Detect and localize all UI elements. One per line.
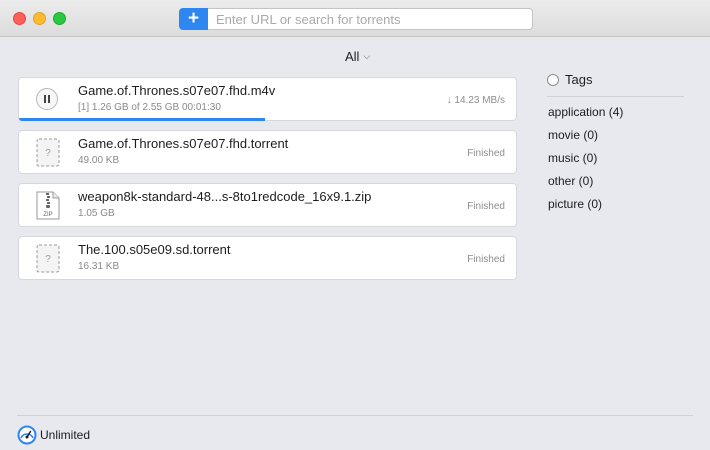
transfer-meta: 16.31 KB <box>78 261 120 272</box>
tag-item-music[interactable]: music (0) <box>548 151 623 174</box>
add-torrent-button[interactable]: + <box>179 8 208 30</box>
tag-item-picture[interactable]: picture (0) <box>548 197 623 220</box>
speedometer-icon <box>17 425 37 445</box>
transfer-meta: 49.00 KB <box>78 155 120 166</box>
filter-dropdown[interactable]: All ⌵ <box>345 47 370 65</box>
unknown-file-icon: ? <box>36 244 60 273</box>
tags-title: Tags <box>565 72 593 87</box>
chevron-down-icon: ⌵ <box>363 51 371 61</box>
transfer-row[interactable]: ? The.100.s05e09.sd.torrent 16.31 KB Fin… <box>18 236 517 280</box>
transfer-name: Game.of.Thrones.s07e07.fhd.m4v <box>78 83 276 98</box>
transfer-row[interactable]: ? Game.of.Thrones.s07e07.fhd.torrent 49.… <box>18 130 517 174</box>
tag-item-movie[interactable]: movie (0) <box>548 128 623 151</box>
transfer-status: Finished <box>467 201 505 212</box>
progress-bar <box>19 118 265 121</box>
speed-limit-control[interactable]: Unlimited <box>17 425 90 445</box>
transfer-name: weapon8k-standard-48...s-8to1redcode_16x… <box>78 189 372 204</box>
tags-list: application (4) movie (0) music (0) othe… <box>548 105 623 220</box>
transfer-status: Finished <box>467 254 505 265</box>
filter-label: All <box>345 48 360 64</box>
speed-limit-label: Unlimited <box>40 428 91 442</box>
tag-item-other[interactable]: other (0) <box>548 174 623 197</box>
zip-file-icon: ZIP <box>36 191 60 220</box>
pause-icon[interactable] <box>36 88 58 110</box>
transfer-list: Game.of.Thrones.s07e07.fhd.m4v [1] 1.26 … <box>18 77 517 289</box>
svg-text:?: ? <box>45 148 51 159</box>
transfer-name: The.100.s05e09.sd.torrent <box>78 242 231 257</box>
transfer-status: Finished <box>467 148 505 159</box>
transfer-speed: ↓ 14.23 MB/s <box>446 95 505 106</box>
unknown-file-icon: ? <box>36 138 60 167</box>
tags-header[interactable]: Tags <box>547 72 592 87</box>
plus-icon: + <box>187 8 200 29</box>
transfer-meta: [1] 1.26 GB of 2.55 GB 00:01:30 <box>78 102 221 113</box>
svg-text:ZIP: ZIP <box>43 212 52 218</box>
divider <box>17 415 693 416</box>
svg-text:?: ? <box>45 254 51 265</box>
window-close-button[interactable] <box>13 12 26 25</box>
transfer-row[interactable]: ZIP weapon8k-standard-48...s-8to1redcode… <box>18 183 517 227</box>
divider <box>547 96 684 97</box>
url-search-input[interactable] <box>208 8 533 30</box>
transfer-meta: 1.05 GB <box>78 208 115 219</box>
window-minimize-button[interactable] <box>33 12 46 25</box>
transfer-row[interactable]: Game.of.Thrones.s07e07.fhd.m4v [1] 1.26 … <box>18 77 517 121</box>
title-bar: + <box>0 0 710 37</box>
window-zoom-button[interactable] <box>53 12 66 25</box>
tags-radio-button[interactable] <box>547 73 559 86</box>
tag-item-application[interactable]: application (4) <box>548 105 623 128</box>
transfer-name: Game.of.Thrones.s07e07.fhd.torrent <box>78 136 289 151</box>
